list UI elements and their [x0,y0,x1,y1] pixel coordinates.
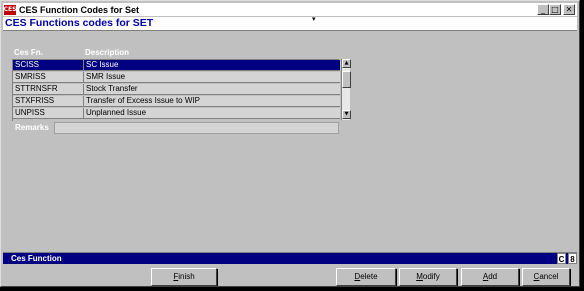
delete-button[interactable]: Delete [336,268,396,286]
add-label: dd [488,272,498,281]
cell-description[interactable]: Unplanned Issue [84,108,340,119]
ces-function-grid: SCISS SC Issue SMRISS SMR Issue STTRNSFR… [12,59,340,121]
table-row[interactable]: UNPISS Unplanned Issue [13,107,340,119]
window-title: CES Function Codes for Set [19,4,140,15]
table-row[interactable]: SCISS SC Issue [13,59,340,71]
scroll-thumb[interactable] [342,71,351,88]
column-header-ces-fn: Ces Fn. [14,48,43,57]
cell-description[interactable]: SMR Issue [84,72,340,83]
status-bar: Ces Function C 8 [3,252,577,264]
button-bar: Finish Delete Modify Add Cancel [1,265,579,286]
cell-description[interactable]: Stock Transfer [84,84,340,95]
remarks-field[interactable] [54,122,339,134]
cell-code[interactable]: STTRNSFR [13,83,84,95]
grid-column-headers: Ces Fn. Description [14,48,344,58]
cell-code[interactable]: SMRISS [13,71,84,83]
cell-code[interactable]: STXFRISS [13,95,84,107]
scroll-down-icon[interactable]: ▼ [342,110,351,119]
table-row[interactable]: SMRISS SMR Issue [13,71,340,83]
ces-function-codes-window: CES CES Function Codes for Set _ □ ✕ CES… [0,0,580,287]
status-indicator-8: 8 [568,253,577,264]
add-button[interactable]: Add [461,268,519,286]
cell-code[interactable]: SCISS [13,59,84,71]
table-row[interactable]: STTRNSFR Stock Transfer [13,83,340,95]
cell-description[interactable]: SC Issue [84,60,340,71]
cell-description[interactable]: Transfer of Excess Issue to WIP [84,96,340,107]
form-header: CES Functions codes for SET ▾ [3,16,577,31]
caret-icon: ▾ [312,16,316,23]
minimize-button[interactable]: _ [537,4,549,15]
table-row[interactable]: STXFRISS Transfer of Excess Issue to WIP [13,95,340,107]
app-icon: CES [3,4,17,15]
finish-label: inish [178,272,195,281]
finish-button[interactable]: Finish [151,268,217,286]
status-text: Ces Function [11,254,62,263]
modify-button[interactable]: Modify [399,268,457,286]
cancel-label: ancel [539,272,559,281]
maximize-button[interactable]: □ [549,4,561,15]
window-controls: _ □ ✕ [537,4,575,15]
form-title: CES Functions codes for SET [5,17,154,29]
cancel-button[interactable]: Cancel [522,268,570,286]
column-header-description: Description [85,48,130,57]
close-button[interactable]: ✕ [563,4,575,15]
scroll-up-icon[interactable]: ▲ [342,59,351,68]
modify-label: odify [422,272,440,281]
status-indicator-c: C [557,253,566,264]
modify-mnemonic: M [416,272,423,281]
cell-code[interactable]: UNPISS [13,107,84,119]
remarks-label: Remarks [15,123,49,132]
grid-scrollbar[interactable]: ▲ ▼ [341,59,351,120]
title-bar[interactable]: CES CES Function Codes for Set _ □ ✕ [3,3,577,16]
delete-label: elete [360,272,378,281]
